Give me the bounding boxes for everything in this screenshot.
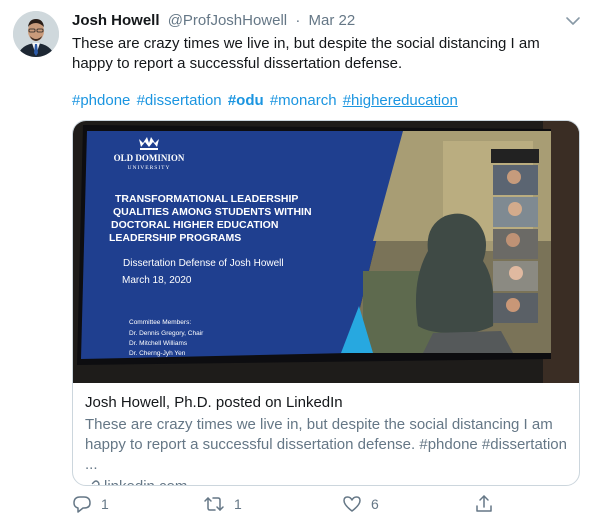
chevron-down-icon[interactable] <box>564 12 582 30</box>
slide-committee-member: Dr. Dennis Gregory, Chair <box>129 330 204 337</box>
slide-title-line: QUALITIES AMONG STUDENTS WITHIN <box>113 206 312 218</box>
slide-title-line: LEADERSHIP PROGRAMS <box>109 232 241 244</box>
card-link-domain: linkedin.com <box>104 477 187 485</box>
reply-icon <box>73 496 91 513</box>
card-body[interactable]: Josh Howell, Ph.D. posted on LinkedIn Th… <box>73 384 579 485</box>
slide-title-line: TRANSFORMATIONAL LEADERSHIP <box>115 193 298 205</box>
card-image[interactable]: OLD DOMINION UNIVERSITY TRANSFORMATIONAL… <box>73 121 579 383</box>
hashtag-monarch[interactable]: #monarch <box>270 92 337 109</box>
slide-committee-member: Dr. Cherng-Jyh Yen <box>129 350 186 357</box>
tweet-header: Josh Howell @ProfJoshHowell · Mar 22 <box>72 10 570 32</box>
hashtag-highereducation[interactable]: #highereducation <box>343 92 458 109</box>
avatar[interactable] <box>13 11 59 57</box>
slide-university-line1: OLD DOMINION <box>114 153 185 163</box>
tweet-actions: 1 1 6 <box>72 492 512 516</box>
retweet-count: 1 <box>234 496 242 512</box>
hashtag-dissertation[interactable]: #dissertation <box>137 92 222 109</box>
heart-icon <box>343 496 361 512</box>
hashtag-phdone[interactable]: #phdone <box>72 92 130 109</box>
separator-dot: · <box>295 12 301 29</box>
avatar-image <box>13 11 59 57</box>
slide-subtitle: Dissertation Defense of Josh Howell <box>123 258 284 269</box>
link-icon <box>91 480 100 485</box>
share-icon <box>476 495 492 512</box>
share-button[interactable] <box>474 492 494 516</box>
hashtag-odu[interactable]: #odu <box>228 92 264 109</box>
slide-date: March 18, 2020 <box>122 275 192 286</box>
retweet-button[interactable]: 1 <box>203 492 242 516</box>
card-description: These are crazy times we live in, but de… <box>85 416 567 473</box>
author-name[interactable]: Josh Howell <box>72 12 160 29</box>
slide-committee-member: Dr. Mitchell Williams <box>129 340 188 347</box>
slide-title-line: DOCTORAL HIGHER EDUCATION <box>111 219 278 231</box>
like-button[interactable]: 6 <box>342 492 379 516</box>
reply-count: 1 <box>101 496 109 512</box>
slide-university-line2: UNIVERSITY <box>128 165 171 171</box>
tweet-text: These are crazy times we live in, but de… <box>72 35 540 72</box>
like-count: 6 <box>371 496 379 512</box>
hashtag-list: #phdone #dissertation #odu #monarch #hig… <box>72 91 460 111</box>
link-card[interactable]: OLD DOMINION UNIVERSITY TRANSFORMATIONAL… <box>72 120 580 486</box>
tweet-date[interactable]: Mar 22 <box>308 12 355 29</box>
card-link[interactable]: linkedin.com <box>85 477 567 485</box>
retweet-icon <box>204 497 224 511</box>
tweet[interactable]: Josh Howell @ProfJoshHowell · Mar 22 The… <box>0 0 600 526</box>
reply-button[interactable]: 1 <box>72 492 109 516</box>
author-handle[interactable]: @ProfJoshHowell <box>168 12 287 29</box>
card-title: Josh Howell, Ph.D. posted on LinkedIn <box>85 394 343 411</box>
slide-committee-heading: Committee Members: <box>129 319 191 326</box>
